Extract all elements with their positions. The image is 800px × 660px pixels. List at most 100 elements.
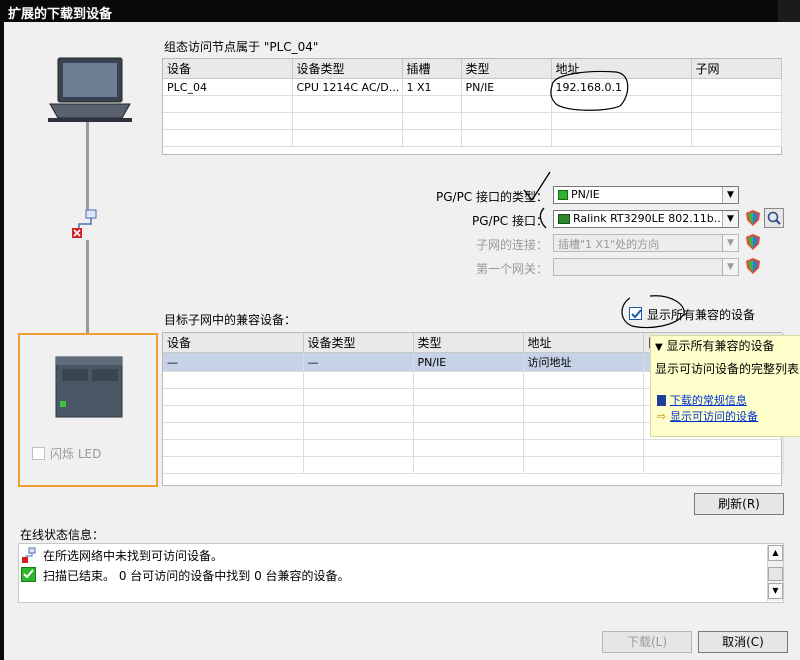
diagnostics-shield-icon[interactable] bbox=[746, 234, 760, 250]
table-cell bbox=[461, 112, 552, 130]
magnifier-icon bbox=[767, 211, 781, 225]
table-row[interactable] bbox=[163, 129, 782, 147]
table-cell bbox=[413, 456, 524, 474]
table-cell bbox=[551, 129, 692, 147]
table-cell: 1 X1 bbox=[402, 78, 462, 96]
table-cell bbox=[163, 422, 304, 440]
table-cell: 访问地址 bbox=[523, 352, 644, 372]
scroll-thumb[interactable] bbox=[768, 567, 783, 581]
table-row[interactable] bbox=[163, 112, 782, 130]
table-header-row: 设备 设备类型 插槽 类型 地址 子网 bbox=[163, 59, 782, 79]
tooltip-link-download-info[interactable]: 下载的常规信息 bbox=[657, 392, 747, 408]
column-header[interactable]: 设备类型 bbox=[292, 59, 403, 79]
table-cell bbox=[163, 129, 293, 147]
table-cell bbox=[163, 95, 293, 113]
cancel-button[interactable]: 取消(C) bbox=[698, 631, 788, 653]
access-nodes-caption: 组态访问节点属于 "PLC_04" bbox=[164, 40, 319, 54]
column-header[interactable]: 地址 bbox=[523, 333, 644, 353]
caret-down-icon: ▼ bbox=[655, 342, 663, 353]
table-row[interactable] bbox=[163, 439, 784, 457]
table-cell bbox=[413, 371, 524, 389]
tooltip-description: 显示可访问设备的完整列表 bbox=[655, 362, 800, 376]
column-header[interactable]: 类型 bbox=[413, 333, 524, 353]
subnet-connection-value: 插槽"1 X1"处的方向 bbox=[558, 238, 660, 251]
access-nodes-table: 设备 设备类型 插槽 类型 地址 子网 PLC_04 CPU 1214C AC/D... 1 … bbox=[162, 58, 782, 155]
table-cell bbox=[523, 405, 644, 423]
column-header[interactable]: 插槽 bbox=[402, 59, 462, 79]
table-cell bbox=[292, 95, 403, 113]
table-cell bbox=[691, 95, 782, 113]
chevron-down-icon[interactable]: ▼ bbox=[722, 187, 738, 203]
flash-led-label: 闪烁 LED bbox=[50, 447, 102, 461]
refresh-button[interactable]: 刷新(R) bbox=[694, 493, 784, 515]
table-row[interactable] bbox=[163, 95, 782, 113]
chevron-down-icon[interactable]: ▼ bbox=[722, 211, 738, 227]
status-line-text: 扫描已结束。 0 台可访问的设备中找到 0 台兼容的设备。 bbox=[43, 569, 350, 583]
arrow-right-icon: ⇨ bbox=[657, 410, 667, 423]
table-cell bbox=[523, 422, 644, 440]
network-error-icon bbox=[22, 547, 36, 563]
column-header[interactable]: 设备 bbox=[163, 59, 293, 79]
status-line: 扫描已结束。 0 台可访问的设备中找到 0 台兼容的设备。 bbox=[19, 565, 350, 585]
column-header[interactable]: 类型 bbox=[461, 59, 552, 79]
table-cell bbox=[163, 439, 304, 457]
network-cable bbox=[86, 122, 89, 212]
table-cell bbox=[402, 129, 462, 147]
chevron-down-icon[interactable]: ▼ bbox=[722, 235, 738, 251]
diagnostics-shield-icon[interactable] bbox=[746, 258, 760, 274]
pgpc-interface-select[interactable]: Ralink RT3290LE 802.11b... ▼ bbox=[553, 210, 739, 228]
first-gateway-select[interactable]: ▼ bbox=[553, 258, 739, 276]
table-row[interactable] bbox=[163, 456, 784, 474]
flash-led-checkbox[interactable] bbox=[32, 447, 45, 460]
pc-laptop-icon bbox=[48, 57, 132, 122]
download-button[interactable]: 下载(L) bbox=[602, 631, 692, 653]
tooltip-link2-text[interactable]: 显示可访问的设备 bbox=[670, 410, 758, 423]
subnet-connection-label: 子网的连接： bbox=[475, 238, 548, 252]
table-cell bbox=[691, 78, 782, 96]
table-cell bbox=[163, 456, 304, 474]
table-cell bbox=[413, 439, 524, 457]
window-frame bbox=[0, 22, 4, 660]
diagnostics-shield-icon[interactable] bbox=[746, 210, 760, 226]
status-log: 在所选网络中未找到可访问设备。 扫描已结束。 0 台可访问的设备中找到 0 台兼… bbox=[18, 543, 784, 603]
tooltip-link1-text[interactable]: 下载的常规信息 bbox=[670, 394, 747, 407]
table-cell bbox=[523, 371, 644, 389]
chevron-down-icon[interactable]: ▼ bbox=[722, 259, 738, 275]
table-cell bbox=[523, 456, 644, 474]
table-row[interactable]: PLC_04 CPU 1214C AC/D... 1 X1 PN/IE 192.168.… bbox=[163, 78, 782, 96]
target-device-panel: 闪烁 LED bbox=[18, 333, 158, 487]
search-properties-button[interactable] bbox=[764, 208, 784, 228]
scroll-up-button[interactable]: ▲ bbox=[768, 545, 783, 561]
network-switch-icon bbox=[72, 209, 97, 238]
table-cell bbox=[163, 405, 304, 423]
table-cell: PLC_04 bbox=[163, 78, 293, 96]
scroll-down-button[interactable]: ▼ bbox=[768, 583, 783, 599]
column-header[interactable]: 设备类型 bbox=[303, 333, 414, 353]
handwritten-check-marks bbox=[523, 171, 551, 229]
status-scrollbar[interactable]: ▲ ▼ bbox=[767, 545, 783, 601]
pgpc-interface-value: Ralink RT3290LE 802.11b... bbox=[573, 212, 725, 225]
table-cell bbox=[413, 422, 524, 440]
handwritten-annotation-circle bbox=[621, 295, 685, 329]
tooltip-link-accessible-devices[interactable]: ⇨ 显示可访问的设备 bbox=[657, 408, 758, 424]
table-cell bbox=[163, 112, 293, 130]
column-header[interactable]: 设备 bbox=[163, 333, 304, 353]
success-check-icon bbox=[21, 567, 36, 582]
status-line: 在所选网络中未找到可访问设备。 bbox=[19, 545, 223, 565]
subnet-connection-select[interactable]: 插槽"1 X1"处的方向 ▼ bbox=[553, 234, 739, 252]
status-caption: 在线状态信息： bbox=[20, 528, 105, 542]
first-gateway-label: 第一个网关： bbox=[475, 262, 548, 276]
table-cell bbox=[643, 439, 784, 457]
window-close-button[interactable] bbox=[778, 0, 800, 22]
table-cell bbox=[303, 388, 414, 406]
tooltip-title: ▼ 显示所有兼容的设备 bbox=[655, 337, 775, 354]
help-tooltip: ▼ 显示所有兼容的设备 显示可访问设备的完整列表 下载的常规信息 ⇨ 显示可访问… bbox=[650, 335, 800, 437]
column-header[interactable]: 子网 bbox=[691, 59, 782, 79]
table-cell bbox=[691, 129, 782, 147]
table-cell bbox=[523, 439, 644, 457]
table-cell bbox=[461, 129, 552, 147]
pgpc-type-select[interactable]: PN/IE ▼ bbox=[553, 186, 739, 204]
table-cell bbox=[551, 112, 692, 130]
table-cell bbox=[163, 388, 304, 406]
window-titlebar: 扩展的下载到设备 bbox=[0, 0, 800, 22]
